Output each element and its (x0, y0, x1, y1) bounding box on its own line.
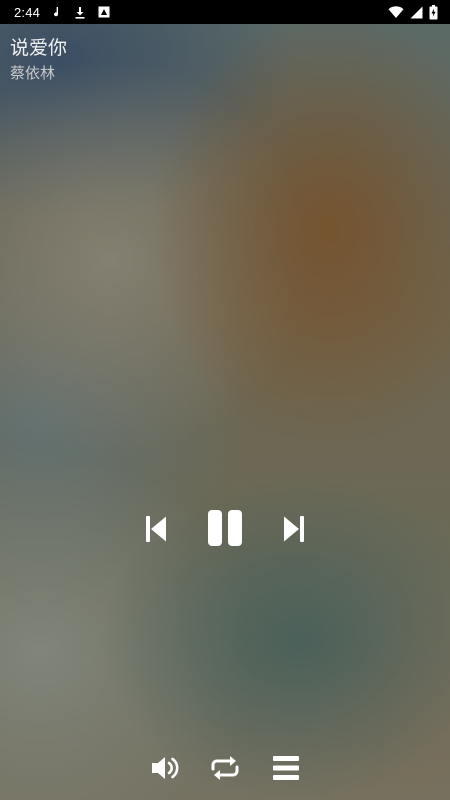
skip-previous-icon (145, 515, 167, 547)
song-artist: 蔡依林 (10, 64, 56, 82)
repeat-button[interactable] (207, 754, 243, 786)
playlist-button[interactable] (268, 754, 304, 786)
skip-next-icon (283, 515, 305, 547)
repeat-icon (209, 754, 241, 786)
volume-icon (150, 754, 182, 786)
player-screen: 2:44 说爱你 蔡依林 (0, 0, 450, 800)
status-right (388, 4, 450, 20)
playlist-icon (272, 755, 300, 785)
wifi-icon (388, 5, 404, 19)
playback-controls (0, 510, 450, 554)
previous-button[interactable] (143, 516, 169, 546)
status-time: 2:44 (14, 4, 41, 20)
music-note-icon (52, 6, 62, 18)
download-icon (74, 6, 86, 19)
cell-signal-icon (410, 6, 423, 19)
image-notification-icon (98, 6, 110, 18)
pause-button[interactable] (206, 510, 244, 550)
song-title: 说爱你 (10, 37, 68, 59)
track-info: 说爱你 蔡依林 (10, 36, 67, 84)
bottom-bar (0, 752, 450, 788)
battery-charging-icon (429, 4, 438, 20)
volume-button[interactable] (148, 754, 184, 786)
next-button[interactable] (281, 516, 307, 546)
status-left: 2:44 (0, 5, 110, 20)
status-bar: 2:44 (0, 0, 450, 24)
pause-icon (207, 509, 243, 551)
